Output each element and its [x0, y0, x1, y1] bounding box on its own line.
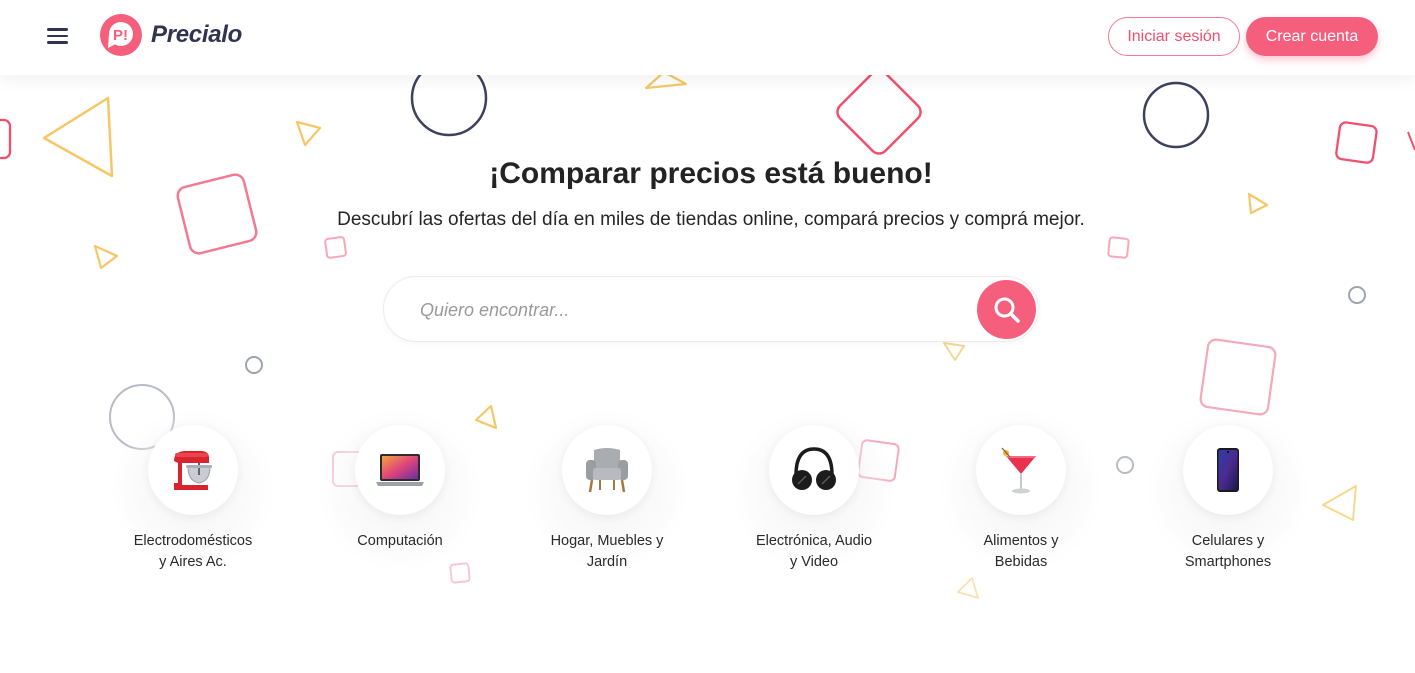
- smartphone-icon: [1217, 448, 1239, 492]
- category-label: Electrónica, Audio y Video: [755, 533, 873, 570]
- category-alimentos[interactable]: Alimentos y Bebidas: [940, 410, 1102, 585]
- search-input[interactable]: [420, 295, 960, 325]
- svg-text:P!: P!: [113, 27, 128, 44]
- top-header: P! Precialo Iniciar sesión Crear cuenta: [0, 0, 1415, 75]
- logo-mark-icon: P!: [100, 14, 142, 56]
- category-hogar[interactable]: Hogar, Muebles y Jardín: [526, 410, 688, 585]
- cocktail-icon: [1001, 447, 1036, 494]
- category-label: Alimentos y Bebidas: [983, 533, 1059, 570]
- brand-name: Precialo: [151, 21, 242, 48]
- hero-title: ¡Comparar precios está bueno!: [489, 157, 933, 190]
- category-electrodomesticos[interactable]: Electrodomésticos y Aires Ac.: [112, 410, 274, 585]
- laptop-icon: [376, 454, 424, 486]
- category-computacion[interactable]: Computación: [319, 410, 481, 585]
- brand-logo[interactable]: P! Precialo: [98, 11, 242, 59]
- category-label: Celulares y Smartphones: [1184, 533, 1272, 570]
- login-button[interactable]: Iniciar sesión: [1108, 17, 1240, 56]
- headphones-icon: [792, 447, 836, 490]
- search-bar: [383, 276, 1039, 342]
- category-label: Electrodomésticos y Aires Ac.: [133, 533, 253, 570]
- hero-subtitle: Descubrí las ofertas del día en miles de…: [337, 209, 1085, 230]
- signup-button[interactable]: Crear cuenta: [1246, 17, 1378, 56]
- category-electronica[interactable]: Electrónica, Audio y Video: [733, 410, 895, 585]
- hamburger-menu-icon[interactable]: [44, 24, 72, 48]
- armchair-icon: [586, 448, 628, 493]
- search-icon: [994, 297, 1020, 323]
- category-celulares[interactable]: Celulares y Smartphones: [1147, 410, 1309, 585]
- category-label: Computación: [357, 533, 443, 549]
- search-button[interactable]: [977, 280, 1036, 339]
- category-label: Hogar, Muebles y Jardín: [550, 533, 664, 570]
- stand-mixer-icon: [174, 451, 212, 490]
